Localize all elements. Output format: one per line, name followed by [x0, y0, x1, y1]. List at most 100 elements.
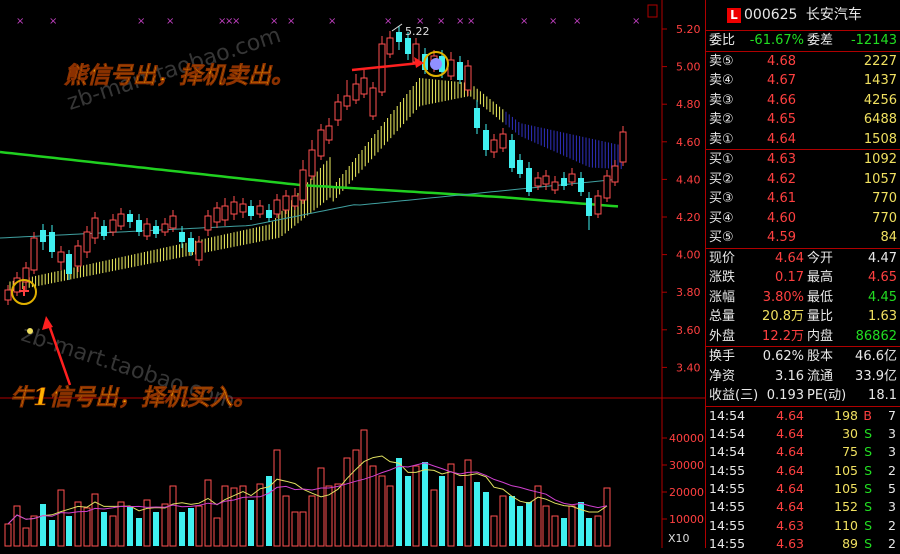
tick-price: 4.64 — [776, 407, 804, 423]
signal-marker: × — [456, 16, 464, 27]
tick-time: 14:54 — [709, 425, 746, 441]
candle-body-up — [369, 87, 377, 117]
tick-row[interactable]: 14:55 4.64 105 S 5 — [706, 480, 900, 498]
volume-axis: 40000 30000 20000 10000 — [662, 432, 704, 526]
tick-list[interactable]: 14:54 4.64 198 B 7 14:54 4.64 30 S 3 14:54 4.64 75 S 3… — [706, 407, 900, 554]
volume-bar-up — [13, 505, 21, 547]
sell-level-5[interactable]: 卖① 4.64 1508 — [706, 130, 900, 150]
quote-label: 今开 — [807, 250, 834, 266]
volume-bar-down — [457, 486, 463, 546]
volume-bar-up — [169, 485, 177, 547]
buy-level-1[interactable]: 买① 4.63 1092 — [706, 150, 900, 170]
volume-bar-up — [603, 487, 611, 547]
quote-label: 内盘 — [807, 328, 834, 344]
sell-level-1[interactable]: 卖⑤ 4.68 2227 — [706, 52, 900, 72]
sell-level-2[interactable]: 卖④ 4.67 1437 — [706, 71, 900, 91]
tick-row[interactable]: 14:55 4.63 110 S 2 — [706, 517, 900, 535]
candle-body-up — [534, 177, 542, 187]
candle-body-down — [474, 108, 480, 128]
signal-marker: × — [632, 16, 640, 27]
volume-bar-up — [386, 485, 394, 547]
volume-bar-up — [109, 515, 117, 547]
candle-body-down — [248, 206, 254, 216]
signal-marker: × — [166, 16, 174, 27]
candle-body-down — [101, 226, 107, 236]
sell-level-3[interactable]: 卖③ 4.66 4256 — [706, 91, 900, 111]
volume-bar-up — [161, 503, 169, 547]
fund-label: 流通 — [807, 368, 834, 384]
tick-price: 4.64 — [776, 462, 804, 478]
stock-badge: L — [727, 8, 741, 23]
tick-row[interactable]: 14:54 4.64 198 B 7 — [706, 407, 900, 425]
candle-body-down — [405, 38, 411, 54]
tick-side: S — [864, 425, 872, 441]
buy-level-2[interactable]: 买② 4.62 1057 — [706, 170, 900, 190]
tick-side: S — [864, 499, 872, 515]
signal-marker: × — [232, 16, 240, 27]
candle-body-up — [386, 37, 394, 55]
tick-price: 4.64 — [776, 425, 804, 441]
buy-volume: 770 — [872, 210, 897, 226]
volume-bar-down — [396, 458, 402, 546]
volume-bar-up — [117, 501, 125, 547]
volume-bar-down — [526, 502, 532, 546]
sell-level-4[interactable]: 卖② 4.65 6488 — [706, 110, 900, 130]
candle-body-down — [526, 168, 532, 192]
tick-volume: 152 — [834, 499, 858, 515]
tick-time: 14:55 — [709, 481, 746, 497]
volume-bar-down — [188, 508, 194, 546]
tick-price: 4.63 — [776, 517, 804, 533]
volume-bar-up — [317, 467, 325, 547]
fund-label: 净资 — [709, 368, 736, 384]
quote-row: 涨幅 3.80% 最低 4.45 — [706, 288, 900, 308]
tick-row[interactable]: 14:55 4.63 89 S 2 — [706, 535, 900, 553]
buy-level-5[interactable]: 买⑤ 4.59 84 — [706, 228, 900, 248]
volume-bar-up — [256, 483, 264, 547]
volume-bar-up — [334, 483, 342, 547]
sell-label: 卖⑤ — [709, 53, 734, 69]
volume-bar-up — [542, 505, 550, 547]
volume-bar-up — [430, 489, 438, 547]
price-tick-label: 3.80 — [676, 286, 701, 299]
candle-body-down — [49, 232, 55, 252]
buy-label: 买⑤ — [709, 230, 734, 245]
stock-name[interactable]: 长安汽车 — [806, 7, 862, 23]
quote-value: 4.47 — [868, 250, 897, 266]
tick-price: 4.64 — [776, 499, 804, 515]
fund-row: 净资 3.16 流通 33.9亿 — [706, 367, 900, 387]
candle-body-up — [4, 289, 12, 301]
candle-body-up — [551, 181, 559, 191]
fund-value: 3.16 — [775, 368, 804, 384]
candle-body-up — [30, 237, 38, 271]
tick-row[interactable]: 14:54 4.64 30 S 3 — [706, 425, 900, 443]
quote-label: 外盘 — [709, 328, 736, 344]
price-tick-label: 5.20 — [676, 23, 701, 36]
volume-bar-down — [509, 496, 515, 546]
signal-marker: × — [467, 16, 475, 27]
tick-count: 5 — [888, 481, 896, 497]
candle-body-up — [256, 205, 264, 215]
buy-level-3[interactable]: 买③ 4.61 770 — [706, 189, 900, 209]
volume-bar-up — [360, 429, 368, 547]
candle-body-down — [457, 62, 463, 80]
price-tick-label: 5.00 — [676, 61, 701, 74]
candle-body-up — [230, 201, 238, 215]
tick-volume: 89 — [842, 536, 858, 552]
fund-label: PE(动) — [807, 388, 847, 403]
candle-body-up — [325, 125, 333, 141]
tick-row[interactable]: 14:55 4.64 152 S 3 — [706, 498, 900, 516]
fund-value: 46.6亿 — [855, 349, 897, 364]
candle-body-up — [74, 245, 82, 267]
stock-code[interactable]: 000625 — [744, 7, 797, 23]
tick-row[interactable]: 14:54 4.64 75 S 3 — [706, 443, 900, 461]
buy-level-4[interactable]: 买④ 4.60 770 — [706, 209, 900, 229]
candle-body-up — [343, 95, 351, 107]
tick-row[interactable]: 14:55 4.64 105 S 2 — [706, 462, 900, 480]
quote-row: 总量 20.8万 量比 1.63 — [706, 307, 900, 327]
volume-bar-up — [282, 495, 290, 547]
kline-chart[interactable]: 5.20 5.00 4.80 4.60 4.40 4.20 4.00 3.80 3.60 3.40… — [0, 0, 705, 548]
tick-count: 3 — [888, 444, 896, 460]
stock-header: L 000625 长安汽车 — [706, 0, 900, 31]
tick-time: 14:55 — [709, 517, 746, 533]
tick-price: 4.64 — [776, 481, 804, 497]
